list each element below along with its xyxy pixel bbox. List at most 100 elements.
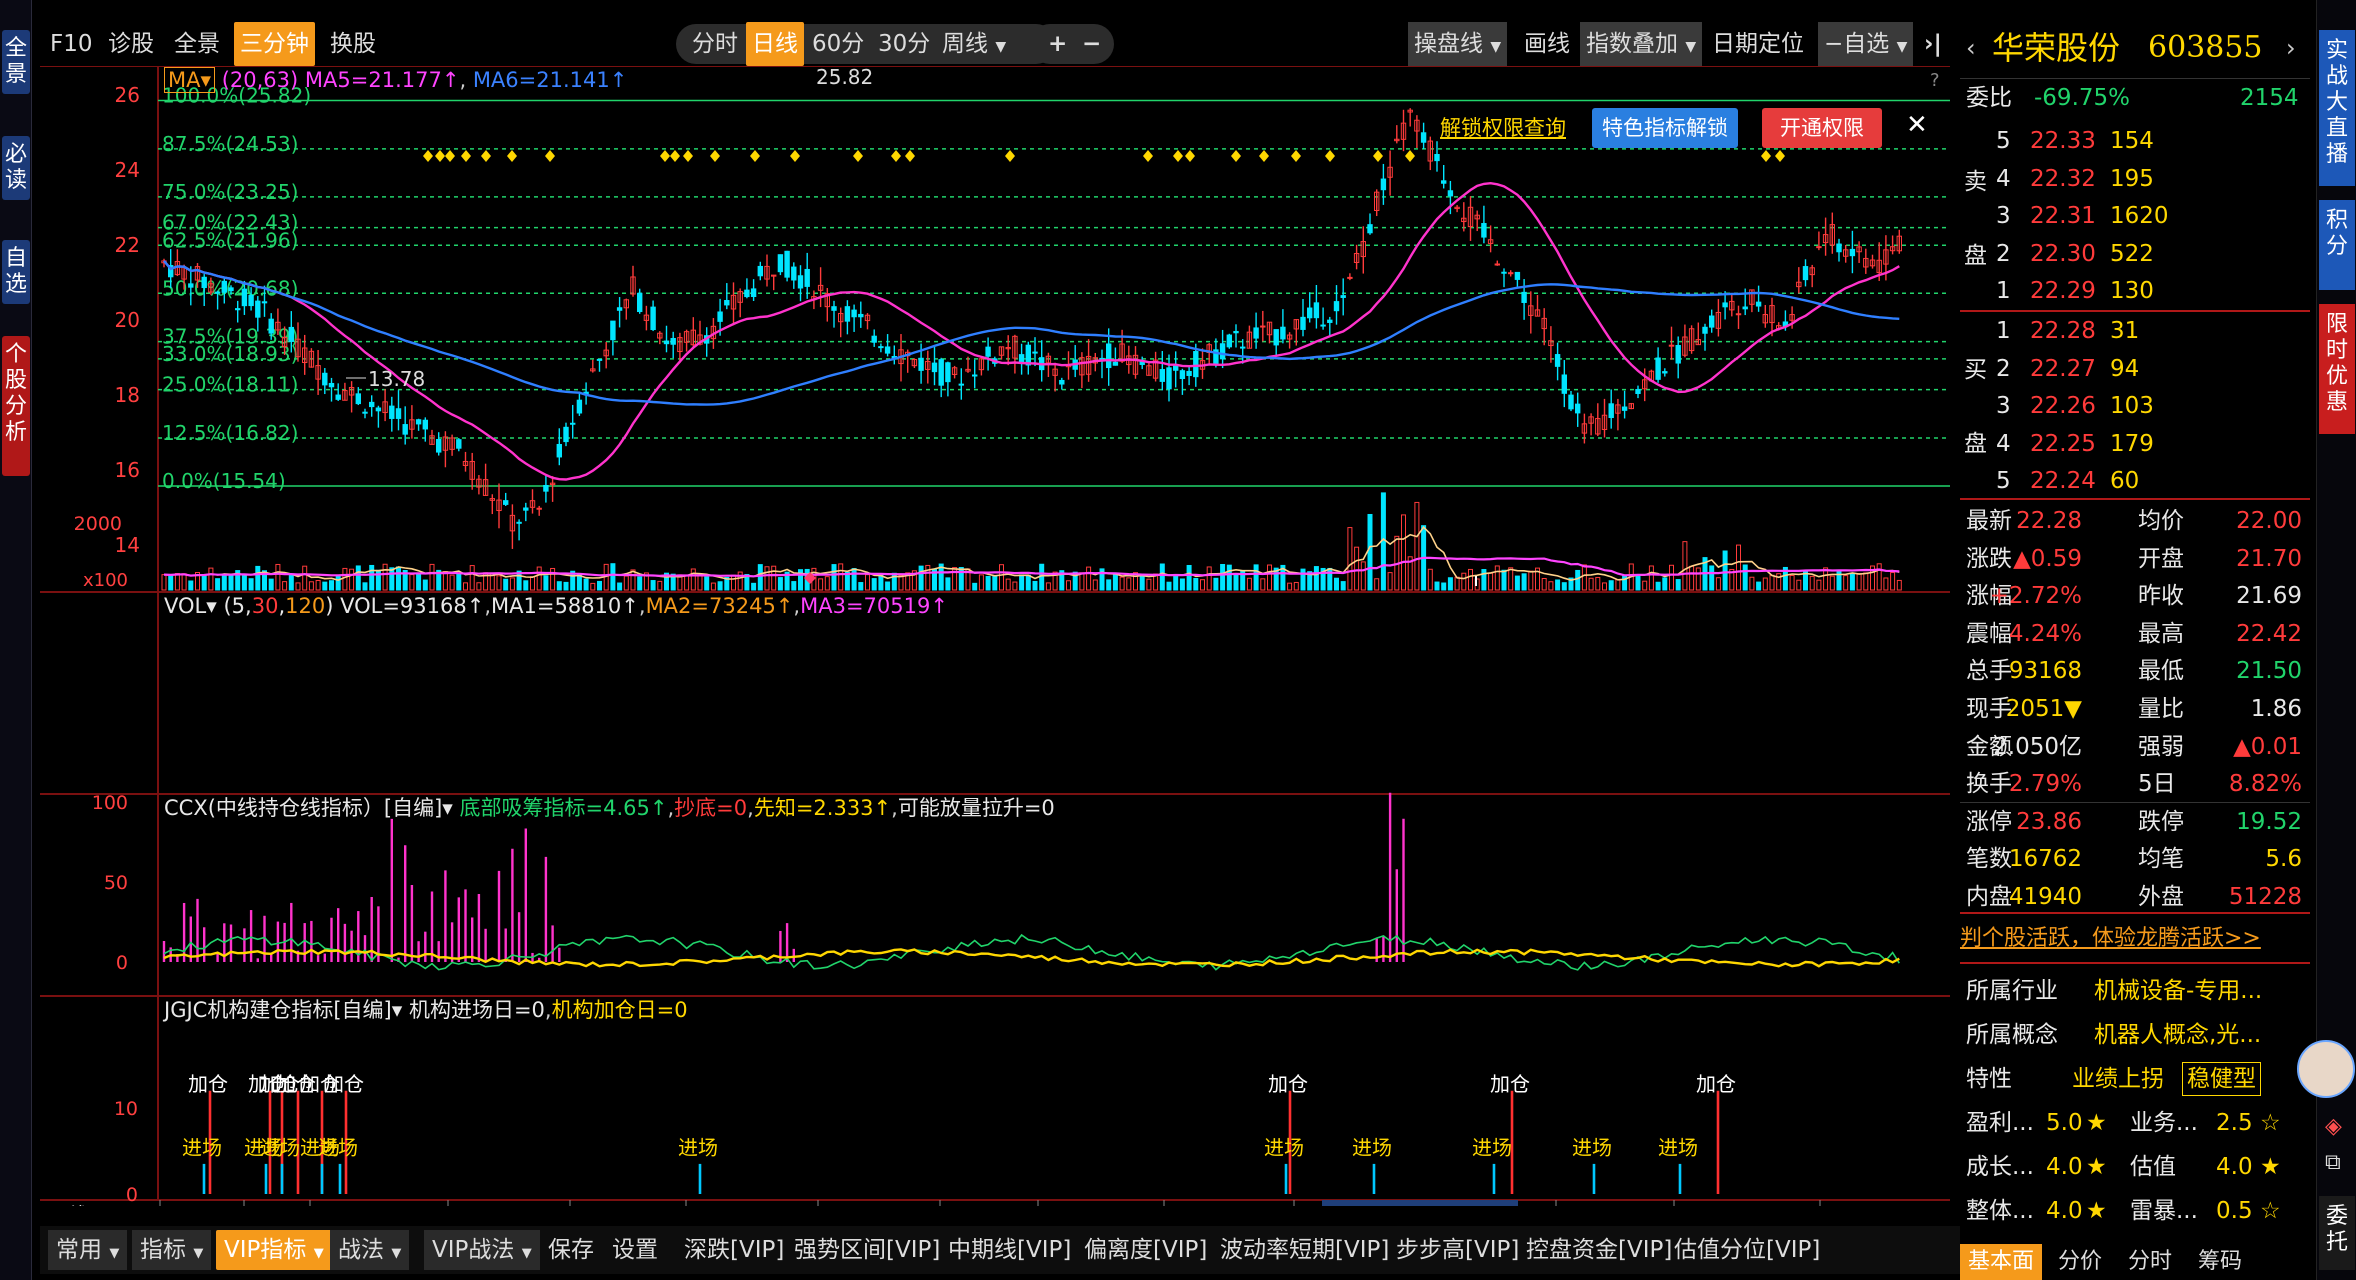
screenshot-icon[interactable]: ⧉ bbox=[2325, 1150, 2341, 1175]
sidebar-item-watchlist[interactable]: 自选 bbox=[2, 240, 30, 304]
concept-row[interactable]: 所属概念 机器人概念,光... bbox=[1960, 1016, 2310, 1054]
volume-bar bbox=[1528, 570, 1534, 591]
f10-button[interactable]: F10 bbox=[44, 22, 99, 66]
bottom-tab-6[interactable]: 设置 bbox=[604, 1230, 666, 1270]
sidebar-item-must-read[interactable]: 必读 bbox=[2, 136, 30, 200]
tab-60min[interactable]: 60分 bbox=[806, 22, 870, 66]
ask-row[interactable]: 5 22.33 154 bbox=[1960, 122, 2310, 160]
candle-body bbox=[395, 408, 402, 419]
volume-bar bbox=[650, 580, 656, 591]
bid-row[interactable]: 4 22.25 179 bbox=[1960, 425, 2310, 463]
vol-selector[interactable]: VOL▾ bbox=[164, 594, 217, 618]
sidebar-item-order[interactable]: 委托 bbox=[2319, 1196, 2355, 1270]
collapse-icon[interactable]: ›| bbox=[1918, 22, 1948, 66]
bid-volume: 60 bbox=[2110, 468, 2140, 494]
ask-row[interactable]: 4 22.32 195 bbox=[1960, 160, 2310, 198]
stat-label: 换手 bbox=[1966, 771, 2012, 798]
tab-quote-1[interactable]: 分价 bbox=[2050, 1244, 2110, 1280]
zoom-in-button[interactable]: + bbox=[1042, 22, 1073, 66]
help-icon[interactable]: ? bbox=[1930, 70, 1940, 91]
bid-row[interactable]: 5 22.24 60 bbox=[1960, 462, 2310, 500]
volume-bar bbox=[1595, 576, 1601, 591]
jgjc-selector[interactable]: JGJC机构建仓指标[自编]▾ bbox=[164, 998, 402, 1022]
bottom-tab-7[interactable]: 深跌[VIP] bbox=[676, 1230, 792, 1270]
draw-line-button[interactable]: 画线 bbox=[1518, 22, 1576, 66]
open-permission-button[interactable]: 开通权限 bbox=[1762, 108, 1882, 148]
add-signal-label: 加仓 bbox=[1696, 1072, 1736, 1096]
stat-value: ▲0.59 bbox=[2013, 545, 2082, 572]
trading-line-button[interactable]: 操盘线 ▼ bbox=[1408, 22, 1508, 66]
activity-promo-link[interactable]: 判个股活跃，体验龙腾活跃>> bbox=[1960, 920, 2310, 958]
next-stock-icon[interactable]: › bbox=[2286, 26, 2296, 70]
switch-stock-button[interactable]: 换股 bbox=[324, 22, 382, 66]
assistant-avatar[interactable] bbox=[2297, 1040, 2355, 1098]
bid-row[interactable]: 2 22.27 94 bbox=[1960, 350, 2310, 388]
date-locate-button[interactable]: 日期定位 bbox=[1706, 22, 1810, 66]
volume-bar bbox=[1387, 572, 1393, 591]
panorama-button[interactable]: 全景 bbox=[168, 22, 226, 66]
industry-row[interactable]: 所属行业 机械设备-专用... bbox=[1960, 972, 2310, 1010]
bottom-tab-1[interactable]: 指标 ▼ bbox=[132, 1230, 212, 1270]
unlock-query-link[interactable]: 解锁权限查询 bbox=[1440, 110, 1566, 146]
close-icon[interactable]: ✕ bbox=[1906, 110, 1928, 140]
sidebar-item-points[interactable]: 积分 bbox=[2319, 200, 2355, 290]
bottom-tab-5[interactable]: 保存 bbox=[540, 1230, 602, 1270]
stat-value: 1.86 bbox=[2250, 696, 2302, 722]
kline-chart-svg[interactable]: 26242220181614100.0%(25.82)87.5%(24.53)7… bbox=[40, 66, 1950, 1206]
bottom-tab-12[interactable]: 步步高[VIP] bbox=[1388, 1230, 1527, 1270]
prev-stock-icon[interactable]: ‹ bbox=[1966, 26, 1976, 70]
bottom-tab-14[interactable]: 估值分位[VIP] bbox=[1666, 1230, 1828, 1270]
tab-quote-0[interactable]: 基本面 bbox=[1960, 1244, 2043, 1280]
unlock-indicator-button[interactable]: 特色指标解锁 bbox=[1592, 108, 1738, 148]
feature-tag[interactable]: 业绩上拐 bbox=[2072, 1060, 2164, 1098]
bottom-tab-13[interactable]: 控盘资金[VIP] bbox=[1518, 1230, 1680, 1270]
three-min-button[interactable]: 三分钟 bbox=[234, 22, 315, 66]
bottom-tab-10[interactable]: 偏离度[VIP] bbox=[1076, 1230, 1215, 1270]
ask-row[interactable]: 2 22.30 522 bbox=[1960, 235, 2310, 273]
stat-label: 笔数 bbox=[1966, 846, 2012, 873]
tab-30min[interactable]: 30分 bbox=[872, 22, 936, 66]
zoom-out-button[interactable]: − bbox=[1076, 22, 1107, 66]
signal-diamond bbox=[790, 150, 800, 162]
bid-row[interactable]: 3 22.26 103 bbox=[1960, 387, 2310, 425]
price-tick: 24 bbox=[115, 158, 140, 182]
tab-quote-2[interactable]: 分时 bbox=[2120, 1244, 2180, 1280]
sidebar-item-stock-analysis[interactable]: 个股分析 bbox=[2, 336, 30, 476]
ask-row[interactable]: 3 22.31 1620 bbox=[1960, 197, 2310, 235]
stat-label: 内盘 bbox=[1966, 884, 2012, 910]
sidebar-item-promo[interactable]: 限时优惠 bbox=[2319, 304, 2355, 434]
bottom-tab-0[interactable]: 常用 ▼ bbox=[48, 1230, 128, 1270]
bottom-tab-3[interactable]: 战法 ▼ bbox=[330, 1230, 410, 1270]
feature-tag[interactable]: 稳健型 bbox=[2182, 1062, 2261, 1096]
vol-header: VOL▾ (5,30,120) VOL=93168↑,MA1=58810↑,MA… bbox=[164, 594, 948, 618]
bottom-tab-4[interactable]: VIP战法 ▼ bbox=[424, 1230, 540, 1270]
bottom-tab-2[interactable]: VIP指标 ▼ bbox=[216, 1230, 332, 1270]
sidebar-item-live[interactable]: 实战大直播 bbox=[2319, 30, 2355, 186]
sidebar-item-panorama[interactable]: 全景 bbox=[2, 30, 30, 94]
watchlist-button[interactable]: −自选 ▼ bbox=[1818, 22, 1914, 66]
bottom-tab-8[interactable]: 强势区间[VIP] bbox=[786, 1230, 948, 1270]
ccx-selector[interactable]: CCX(中线持仓线指标）[自编]▾ bbox=[164, 796, 453, 820]
tab-quote-3[interactable]: 筹码 bbox=[2190, 1244, 2250, 1280]
volume-bar bbox=[1461, 572, 1467, 591]
diagnose-button[interactable]: 诊股 bbox=[102, 22, 160, 66]
stat-row: 涨停 23.86 跌停 19.52 bbox=[1960, 803, 2310, 841]
candle-body bbox=[1554, 354, 1561, 367]
bottom-tab-11[interactable]: 波动率短期[VIP] bbox=[1212, 1230, 1397, 1270]
signal-diamond bbox=[435, 150, 445, 162]
bell-icon[interactable]: ◈ bbox=[2325, 1114, 2342, 1139]
volume-bar bbox=[456, 573, 462, 591]
volume-bar bbox=[1548, 581, 1554, 591]
volume-bar bbox=[1220, 564, 1226, 591]
volume-bar bbox=[838, 563, 844, 591]
signal-diamond bbox=[683, 150, 693, 162]
index-overlay-button[interactable]: 指数叠加 ▼ bbox=[1580, 22, 1703, 66]
ask-row[interactable]: 1 22.29 130 bbox=[1960, 272, 2310, 310]
stat-value: 22.42 bbox=[2236, 620, 2302, 647]
tab-weekly[interactable]: 周线 ▼ bbox=[936, 22, 1012, 66]
tab-daily[interactable]: 日线 bbox=[746, 22, 804, 66]
ma-selector[interactable]: MA▾ bbox=[164, 67, 216, 93]
tab-intraday[interactable]: 分时 bbox=[686, 22, 744, 66]
bid-row[interactable]: 1 22.28 31 bbox=[1960, 312, 2310, 350]
bottom-tab-9[interactable]: 中期线[VIP] bbox=[940, 1230, 1079, 1270]
